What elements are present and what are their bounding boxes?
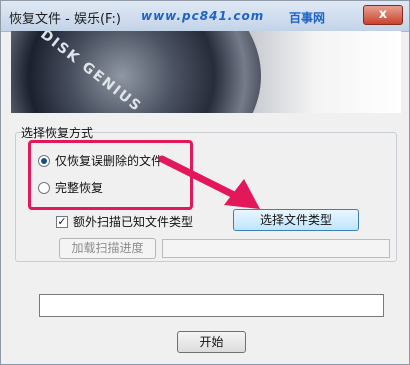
radio-deleted-only[interactable]: 仅恢复误删除的文件 <box>38 152 163 169</box>
scan-progress-field <box>162 239 390 258</box>
watermark-site: www.pc841.com <box>141 9 265 23</box>
radio-button-selected[interactable] <box>38 154 50 167</box>
arrow-shaft <box>158 155 246 203</box>
radio-full-recovery[interactable]: 完整恢复 <box>38 179 103 196</box>
start-button[interactable]: 开始 <box>177 331 246 353</box>
close-icon: x <box>378 7 388 22</box>
title-bar: 恢复文件 - 娱乐(F:) www.pc841.com 百事网 x <box>1 1 409 32</box>
path-input[interactable] <box>39 294 384 317</box>
extra-scan-checkbox[interactable]: ✓ <box>56 215 68 228</box>
watermark-name: 百事网 <box>289 11 326 25</box>
window-title: 恢复文件 - 娱乐(F:) <box>9 12 121 27</box>
extra-scan-label: 额外扫描已知文件类型 <box>73 215 194 229</box>
disk-genius-banner: DISK GENIUS <box>11 31 401 113</box>
recover-files-dialog: 恢复文件 - 娱乐(F:) www.pc841.com 百事网 x DISK G… <box>0 0 410 365</box>
select-file-type-button[interactable]: 选择文件类型 <box>233 209 359 231</box>
recover-mode-group-label: 选择恢复方式 <box>21 126 94 140</box>
radio-deleted-only-label: 仅恢复误删除的文件 <box>55 154 164 168</box>
radio-full-recovery-label: 完整恢复 <box>55 181 104 195</box>
radio-button[interactable] <box>38 181 50 194</box>
close-button[interactable]: x <box>363 5 403 25</box>
extra-scan-checkbox-row[interactable]: ✓ 额外扫描已知文件类型 <box>56 213 193 230</box>
load-scan-progress-button[interactable]: 加载扫描进度 <box>59 238 156 259</box>
